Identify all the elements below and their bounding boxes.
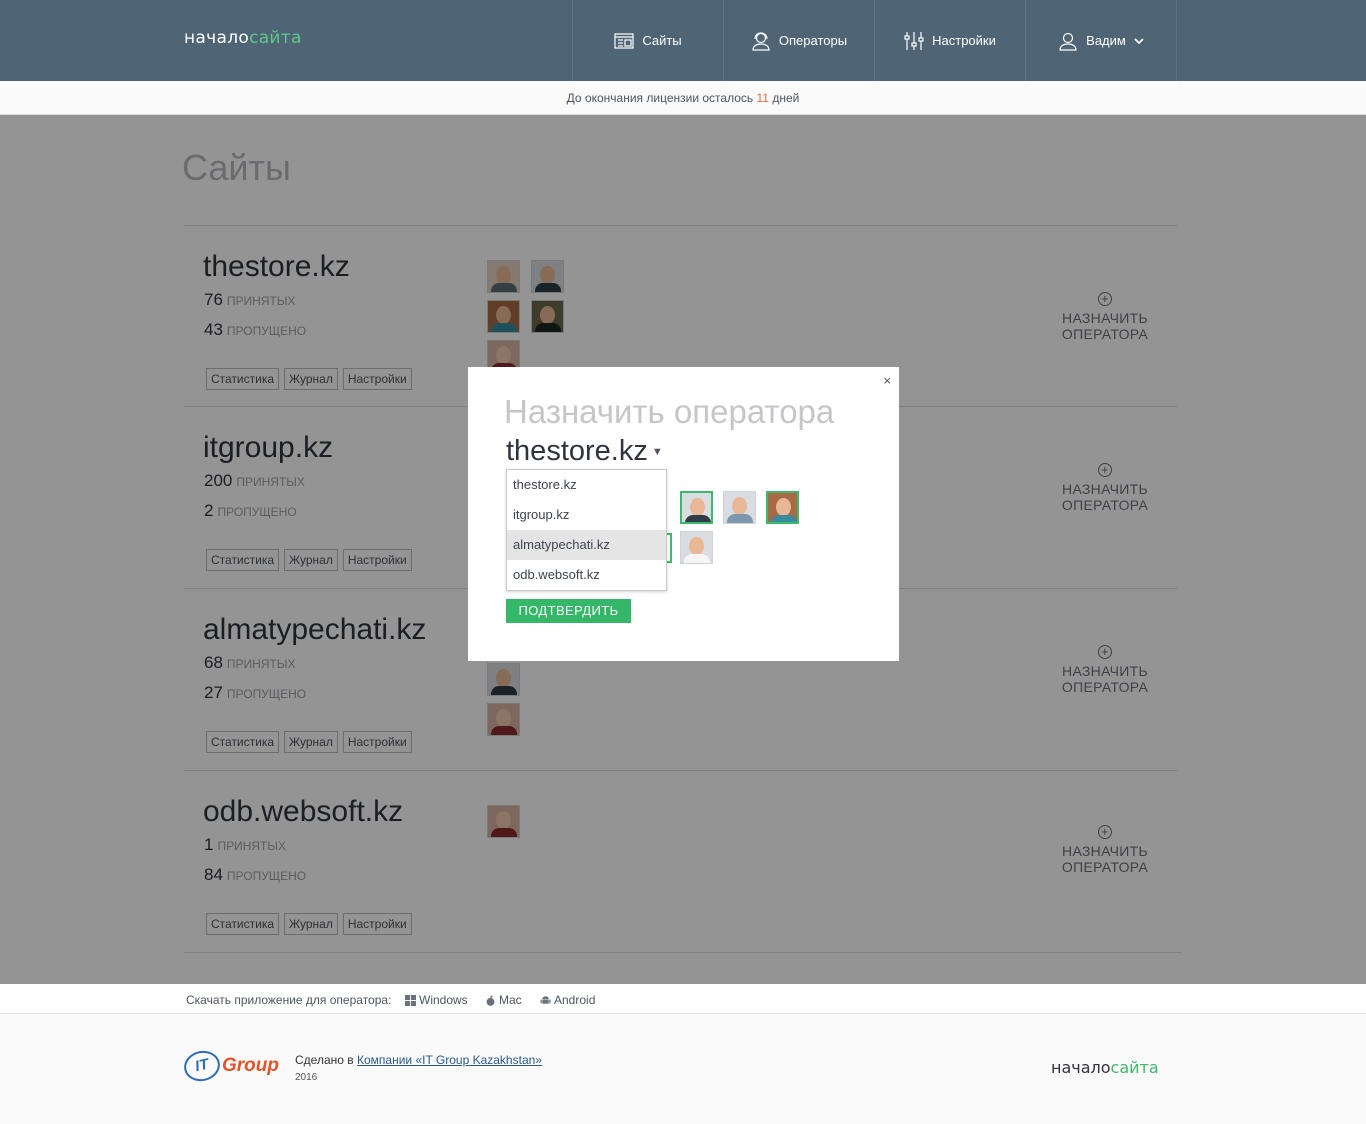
user-icon xyxy=(1059,32,1077,51)
dropdown-option-highlighted[interactable]: almatypechati.kz xyxy=(507,530,666,560)
modal-title: Назначить оператора xyxy=(504,393,835,430)
logo-part-1: начало xyxy=(184,28,250,48)
chevron-down-icon xyxy=(1134,37,1144,44)
android-icon xyxy=(540,995,551,1004)
download-windows-link[interactable]: Windows xyxy=(405,993,468,1007)
nav-sites-label: Сайты xyxy=(642,33,682,48)
download-mac-link[interactable]: Mac xyxy=(485,993,522,1007)
windows-icon xyxy=(405,994,416,1006)
apple-icon xyxy=(486,995,495,1006)
nav-settings-label: Настройки xyxy=(932,33,996,48)
company-link[interactable]: Компании «IT Group Kazakhstan» xyxy=(357,1053,542,1067)
itgroup-logo-group: Group xyxy=(222,1055,279,1076)
copyright-year: 2016 xyxy=(295,1072,318,1083)
made-prefix: Сделано в xyxy=(295,1053,354,1067)
license-text-before: До окончания лицензии осталось xyxy=(566,91,754,105)
license-bar: До окончания лицензии осталось 11 дней xyxy=(0,81,1366,115)
footer-logo: началосайта xyxy=(1051,1058,1159,1077)
dropdown-option[interactable]: odb.websoft.kz xyxy=(507,560,666,590)
download-android-link[interactable]: Android xyxy=(540,993,595,1007)
site-select[interactable]: thestore.kz ▼ xyxy=(506,435,663,468)
close-icon[interactable]: × xyxy=(883,373,891,388)
windows-label: Windows xyxy=(419,993,468,1007)
nav-user-menu[interactable]: Вадим xyxy=(1026,0,1177,81)
itgroup-logo-it: IT xyxy=(181,1047,223,1085)
top-header: началосайта Сайты Операторы Настройки Ва… xyxy=(0,0,1366,81)
footer-logo-part-2: сайта xyxy=(1110,1058,1159,1077)
footer-logo-part-1: начало xyxy=(1051,1058,1111,1077)
caret-down-icon: ▼ xyxy=(651,446,663,459)
app-logo[interactable]: началосайта xyxy=(184,28,302,48)
operator-icon xyxy=(752,31,770,51)
download-label: Скачать приложение для оператора: xyxy=(186,993,392,1007)
dropdown-option[interactable]: thestore.kz xyxy=(507,470,666,500)
nav-user-label: Вадим xyxy=(1086,33,1126,48)
main-nav: Сайты Операторы Настройки Вадим xyxy=(572,0,1177,81)
license-days: 11 xyxy=(756,91,769,105)
download-bar: Скачать приложение для оператора: Window… xyxy=(0,984,1366,1014)
android-label: Android xyxy=(554,993,596,1007)
dropdown-option[interactable]: itgroup.kz xyxy=(507,500,666,530)
assign-operator-modal: × Назначить оператора thestore.kz ▼ thest… xyxy=(468,367,899,661)
nav-operators[interactable]: Операторы xyxy=(724,0,875,81)
sites-icon xyxy=(614,32,634,49)
nav-operators-label: Операторы xyxy=(778,33,848,48)
site-dropdown: thestore.kz itgroup.kz almatypechati.kz … xyxy=(506,469,667,591)
made-by: Сделано в Компании «IT Group Kazakhstan» xyxy=(295,1053,542,1067)
logo-part-2: сайта xyxy=(249,28,302,48)
operator-picker xyxy=(680,491,820,564)
operator-option[interactable] xyxy=(680,531,713,564)
nav-sites[interactable]: Сайты xyxy=(573,0,724,81)
itgroup-logo: IT Group xyxy=(181,1047,279,1085)
nav-settings[interactable]: Настройки xyxy=(875,0,1026,81)
confirm-button[interactable]: ПОДТВЕРДИТЬ xyxy=(506,599,631,623)
footer: IT Group Сделано в Компании «IT Group Ka… xyxy=(0,1015,1366,1124)
mac-label: Mac xyxy=(499,993,522,1007)
operator-option[interactable] xyxy=(766,491,799,524)
operator-option[interactable] xyxy=(680,491,713,524)
operator-option[interactable] xyxy=(723,491,756,524)
sliders-icon xyxy=(904,31,924,50)
license-text-after: дней xyxy=(772,91,800,105)
site-select-value: thestore.kz xyxy=(506,435,648,467)
